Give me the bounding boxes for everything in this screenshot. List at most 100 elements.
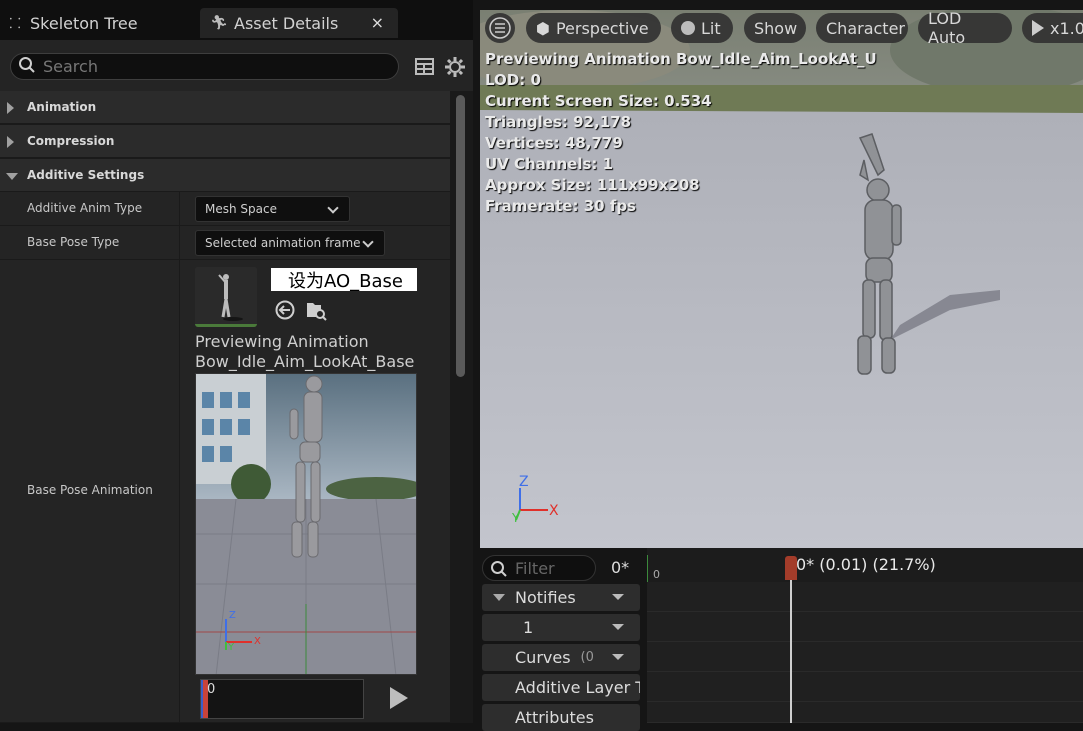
prop-additive-anim-type: Additive Anim Type Mesh Space bbox=[0, 192, 450, 226]
timeline-panel: Filter 0* Notifies 1 Curves (0 Additive … bbox=[480, 548, 1083, 731]
track-label: Attributes bbox=[515, 708, 594, 727]
preview-caption-line1: Previewing Animation bbox=[195, 332, 369, 351]
category-additive-label: Additive Settings bbox=[27, 168, 145, 182]
dropdown-icon[interactable] bbox=[612, 654, 624, 660]
chevron-down-icon bbox=[362, 236, 374, 248]
filter-input[interactable]: Filter bbox=[482, 555, 596, 581]
speed-label: x1.0 bbox=[1050, 18, 1083, 38]
track-label: Additive Layer T bbox=[515, 678, 640, 697]
prop-label: Base Pose Type bbox=[27, 235, 120, 249]
playhead-label: 0* (0.01) (21.7%) bbox=[796, 555, 936, 574]
track-label: Notifies bbox=[515, 588, 576, 607]
prop-label: Base Pose Animation bbox=[27, 483, 153, 497]
stat-line: Triangles: 92,178 bbox=[485, 113, 632, 131]
browse-asset-icon[interactable] bbox=[305, 299, 327, 321]
search-icon bbox=[19, 57, 35, 73]
column-divider[interactable] bbox=[179, 226, 180, 259]
scrub-frame-value: 0 bbox=[207, 682, 216, 697]
dropdown-icon[interactable] bbox=[612, 594, 624, 600]
expand-arrow-icon bbox=[7, 102, 14, 114]
time-tick-label: 0 bbox=[653, 568, 660, 581]
stat-line: Approx Size: 111x99x208 bbox=[485, 176, 700, 194]
play-speed-icon bbox=[1032, 20, 1044, 36]
track-label: Curves bbox=[515, 648, 571, 667]
tab-asset-details-label: Asset Details bbox=[234, 13, 339, 33]
track-list: Filter 0* Notifies 1 Curves (0 Additive … bbox=[480, 548, 647, 731]
combo-value: Mesh Space bbox=[205, 202, 277, 216]
stat-line: LOD: 0 bbox=[485, 71, 541, 89]
axis-x-label: X bbox=[254, 636, 261, 647]
combo-value: Selected animation frame bbox=[205, 236, 361, 250]
character-label: Character bbox=[826, 18, 905, 38]
preview-scrubber[interactable]: 0 bbox=[200, 679, 364, 719]
curves-count: (0 bbox=[580, 650, 594, 665]
character-thumbnail-icon bbox=[195, 267, 257, 324]
viewport-stats: Previewing Animation Bow_Idle_Aim_LookAt… bbox=[485, 49, 877, 217]
viewport-axis-y: Y bbox=[512, 511, 520, 525]
track-notifies[interactable]: Notifies bbox=[482, 584, 640, 611]
viewport-menu-button[interactable] bbox=[485, 13, 515, 43]
category-animation[interactable]: Animation bbox=[0, 91, 450, 124]
track-attributes[interactable]: Attributes bbox=[482, 704, 640, 731]
track-notify-1[interactable]: 1 bbox=[482, 614, 640, 641]
asset-thumbnail[interactable] bbox=[195, 267, 257, 327]
base-pose-type-combo[interactable]: Selected animation frame bbox=[195, 230, 385, 256]
category-compression[interactable]: Compression bbox=[0, 125, 450, 158]
category-compression-label: Compression bbox=[27, 134, 115, 148]
show-button[interactable]: Show bbox=[744, 13, 806, 43]
column-divider[interactable] bbox=[179, 192, 180, 225]
lit-button[interactable]: Lit bbox=[671, 13, 733, 43]
prop-base-pose-type: Base Pose Type Selected animation frame bbox=[0, 226, 450, 260]
gear-icon[interactable] bbox=[444, 56, 466, 78]
collapse-arrow-icon bbox=[493, 594, 505, 601]
tab-asset-details[interactable]: 🏃︎ Asset Details × bbox=[200, 8, 398, 38]
timeline-row bbox=[647, 642, 1083, 672]
stat-line: Current Screen Size: 0.534 bbox=[485, 92, 712, 110]
play-icon[interactable] bbox=[390, 687, 408, 709]
hamburger-icon bbox=[489, 17, 511, 39]
viewport-axis-z: Z bbox=[519, 474, 529, 490]
asset-details-icon: 🏃︎ bbox=[210, 15, 228, 31]
column-divider[interactable] bbox=[179, 260, 180, 722]
stat-line: Previewing Animation Bow_Idle_Aim_LookAt… bbox=[485, 50, 877, 68]
close-icon[interactable]: × bbox=[371, 13, 384, 32]
search-input[interactable]: Search bbox=[10, 53, 399, 80]
preview-scene bbox=[196, 374, 416, 674]
cube-icon: ⬢ bbox=[536, 18, 550, 38]
details-panel: ⸬ Skeleton Tree 🏃︎ Asset Details × Searc… bbox=[0, 0, 473, 723]
table-view-icon[interactable] bbox=[414, 56, 436, 78]
timeline-area[interactable]: 0 0* (0.01) (21.7%) bbox=[647, 548, 1083, 723]
playback-speed-button[interactable]: x1.0 bbox=[1022, 13, 1083, 43]
perspective-label: Perspective bbox=[555, 18, 649, 38]
prop-label: Additive Anim Type bbox=[27, 201, 143, 215]
timeline-row bbox=[647, 582, 1083, 612]
expand-arrow-icon bbox=[7, 136, 14, 148]
track-curves[interactable]: Curves (0 bbox=[482, 644, 640, 671]
category-animation-label: Animation bbox=[27, 100, 97, 114]
search-placeholder: Search bbox=[43, 57, 98, 76]
use-selected-asset-icon[interactable] bbox=[274, 299, 296, 321]
details-scrollbar[interactable] bbox=[456, 95, 465, 377]
additive-anim-type-combo[interactable]: Mesh Space bbox=[195, 196, 350, 222]
collapse-arrow-icon bbox=[6, 173, 18, 180]
skeleton-tree-icon: ⸬ bbox=[9, 15, 21, 32]
search-row: Search bbox=[0, 40, 473, 91]
asset-name-field[interactable]: 设为AO_Base bbox=[271, 268, 417, 292]
axis-z-label: Z bbox=[229, 610, 236, 621]
chevron-down-icon bbox=[327, 202, 339, 214]
dropdown-icon[interactable] bbox=[612, 624, 624, 630]
perspective-button[interactable]: ⬢ Perspective bbox=[526, 13, 661, 43]
tab-skeleton-tree[interactable]: ⸬ Skeleton Tree bbox=[0, 8, 198, 38]
stat-line: UV Channels: 1 bbox=[485, 155, 614, 173]
viewport[interactable]: ⬢ Perspective Lit Show Character LOD Aut… bbox=[480, 10, 1083, 548]
track-additive-layer[interactable]: Additive Layer T bbox=[482, 674, 640, 701]
lod-button[interactable]: LOD Auto bbox=[918, 10, 1012, 47]
character-button[interactable]: Character bbox=[816, 13, 908, 43]
playhead-line bbox=[790, 580, 792, 723]
track-label: 1 bbox=[523, 618, 534, 637]
tab-bar: ⸬ Skeleton Tree 🏃︎ Asset Details × bbox=[0, 0, 473, 40]
frame-count: 0* bbox=[611, 558, 630, 577]
viewport-axis-x: X bbox=[549, 503, 559, 519]
category-additive-settings[interactable]: Additive Settings bbox=[0, 159, 450, 192]
timeline-row bbox=[647, 612, 1083, 642]
